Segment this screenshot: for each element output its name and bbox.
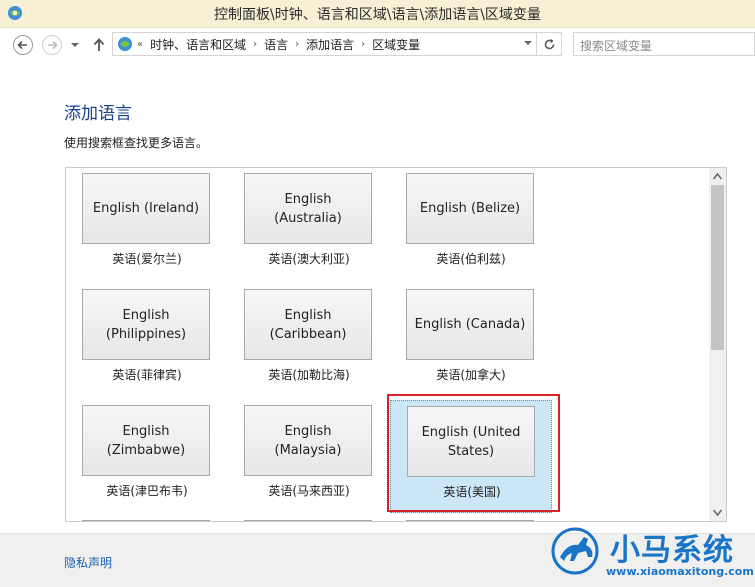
horse-logo-icon: [551, 527, 599, 575]
language-card[interactable]: English (Australia): [244, 173, 372, 244]
language-card[interactable]: English (Philippines): [82, 289, 210, 360]
breadcrumb-separator[interactable]: ›: [361, 39, 365, 50]
page-description: 使用搜索框查找更多语言。: [64, 136, 209, 150]
language-caption: 英语(马来西亚): [268, 484, 350, 498]
language-tile[interactable]: English (Caribbean) 英语(加勒比海): [228, 284, 390, 397]
language-caption: 英语(菲律宾): [112, 368, 182, 382]
search-input[interactable]: 搜索区域变量: [573, 32, 755, 56]
address-dropdown-icon[interactable]: [523, 39, 533, 47]
breadcrumb-separator[interactable]: ›: [295, 39, 299, 50]
privacy-statement-link[interactable]: 隐私声明: [64, 554, 112, 571]
language-tile[interactable]: English (Australia) 英语(澳大利亚): [228, 168, 390, 281]
back-button[interactable]: [13, 35, 33, 55]
language-card-partial: [244, 520, 372, 521]
watermark: 小马系统 www.xiaomaxitong.com: [548, 521, 755, 586]
refresh-icon: [544, 38, 554, 49]
language-card[interactable]: English (Malaysia): [244, 405, 372, 476]
language-card[interactable]: English (Ireland): [82, 173, 210, 244]
breadcrumb-add-language[interactable]: 添加语言: [306, 36, 354, 53]
breadcrumb-overflow[interactable]: «: [137, 39, 143, 50]
language-caption: 英语(加勒比海): [268, 368, 350, 382]
scroll-down-icon[interactable]: [712, 508, 723, 517]
breadcrumb-clock-language-region[interactable]: 时钟、语言和区域: [150, 36, 246, 53]
breadcrumb-regional-variants[interactable]: 区域变量: [372, 36, 420, 53]
control-panel-location-icon: [118, 37, 132, 51]
language-tile[interactable]: English (Belize) 英语(伯利兹): [390, 168, 552, 281]
back-arrow-icon: [17, 40, 27, 50]
language-tile[interactable]: English (Zimbabwe) 英语(津巴布韦): [66, 400, 228, 513]
language-caption: 英语(津巴布韦): [106, 484, 188, 498]
watermark-url: www.xiaomaxitong.com: [606, 565, 754, 578]
language-card[interactable]: English (Canada): [406, 289, 534, 360]
language-tile[interactable]: English (Canada) 英语(加拿大): [390, 284, 552, 397]
language-card[interactable]: English (Zimbabwe): [82, 405, 210, 476]
language-card-partial: [82, 520, 210, 521]
forward-button[interactable]: [42, 35, 62, 55]
breadcrumb-language[interactable]: 语言: [264, 36, 288, 53]
refresh-button[interactable]: [536, 33, 561, 55]
navigation-bar: « 时钟、语言和区域 › 语言 › 添加语言 › 区域变量 搜索区域变量: [0, 28, 755, 62]
recent-locations-dropdown-icon[interactable]: [70, 41, 80, 49]
language-caption: 英语(伯利兹): [436, 252, 506, 266]
page-title: 添加语言: [64, 104, 132, 124]
scroll-up-icon[interactable]: [712, 172, 723, 181]
address-bar[interactable]: « 时钟、语言和区域 › 语言 › 添加语言 › 区域变量: [112, 32, 562, 56]
highlight-frame: [387, 394, 560, 512]
language-caption: 英语(爱尔兰): [112, 252, 182, 266]
language-caption: 英语(澳大利亚): [268, 252, 350, 266]
watermark-brand: 小马系统: [610, 533, 734, 568]
language-card[interactable]: English (Caribbean): [244, 289, 372, 360]
language-card-partial: [406, 520, 534, 521]
breadcrumb-separator[interactable]: ›: [253, 39, 257, 50]
up-one-level-icon[interactable]: [92, 37, 106, 53]
language-caption: 英语(加拿大): [436, 368, 506, 382]
window-title: 控制面板\时钟、语言和区域\语言\添加语言\区域变量: [214, 7, 541, 23]
vertical-scrollbar[interactable]: [709, 168, 726, 521]
language-card[interactable]: English (Belize): [406, 173, 534, 244]
language-tile[interactable]: English (Philippines) 英语(菲律宾): [66, 284, 228, 397]
language-tile[interactable]: English (Malaysia) 英语(马来西亚): [228, 400, 390, 513]
title-bar: 控制面板\时钟、语言和区域\语言\添加语言\区域变量: [0, 0, 755, 28]
language-tile[interactable]: English (Ireland) 英语(爱尔兰): [66, 168, 228, 281]
scrollbar-thumb[interactable]: [711, 185, 724, 350]
forward-arrow-icon: [48, 40, 58, 50]
